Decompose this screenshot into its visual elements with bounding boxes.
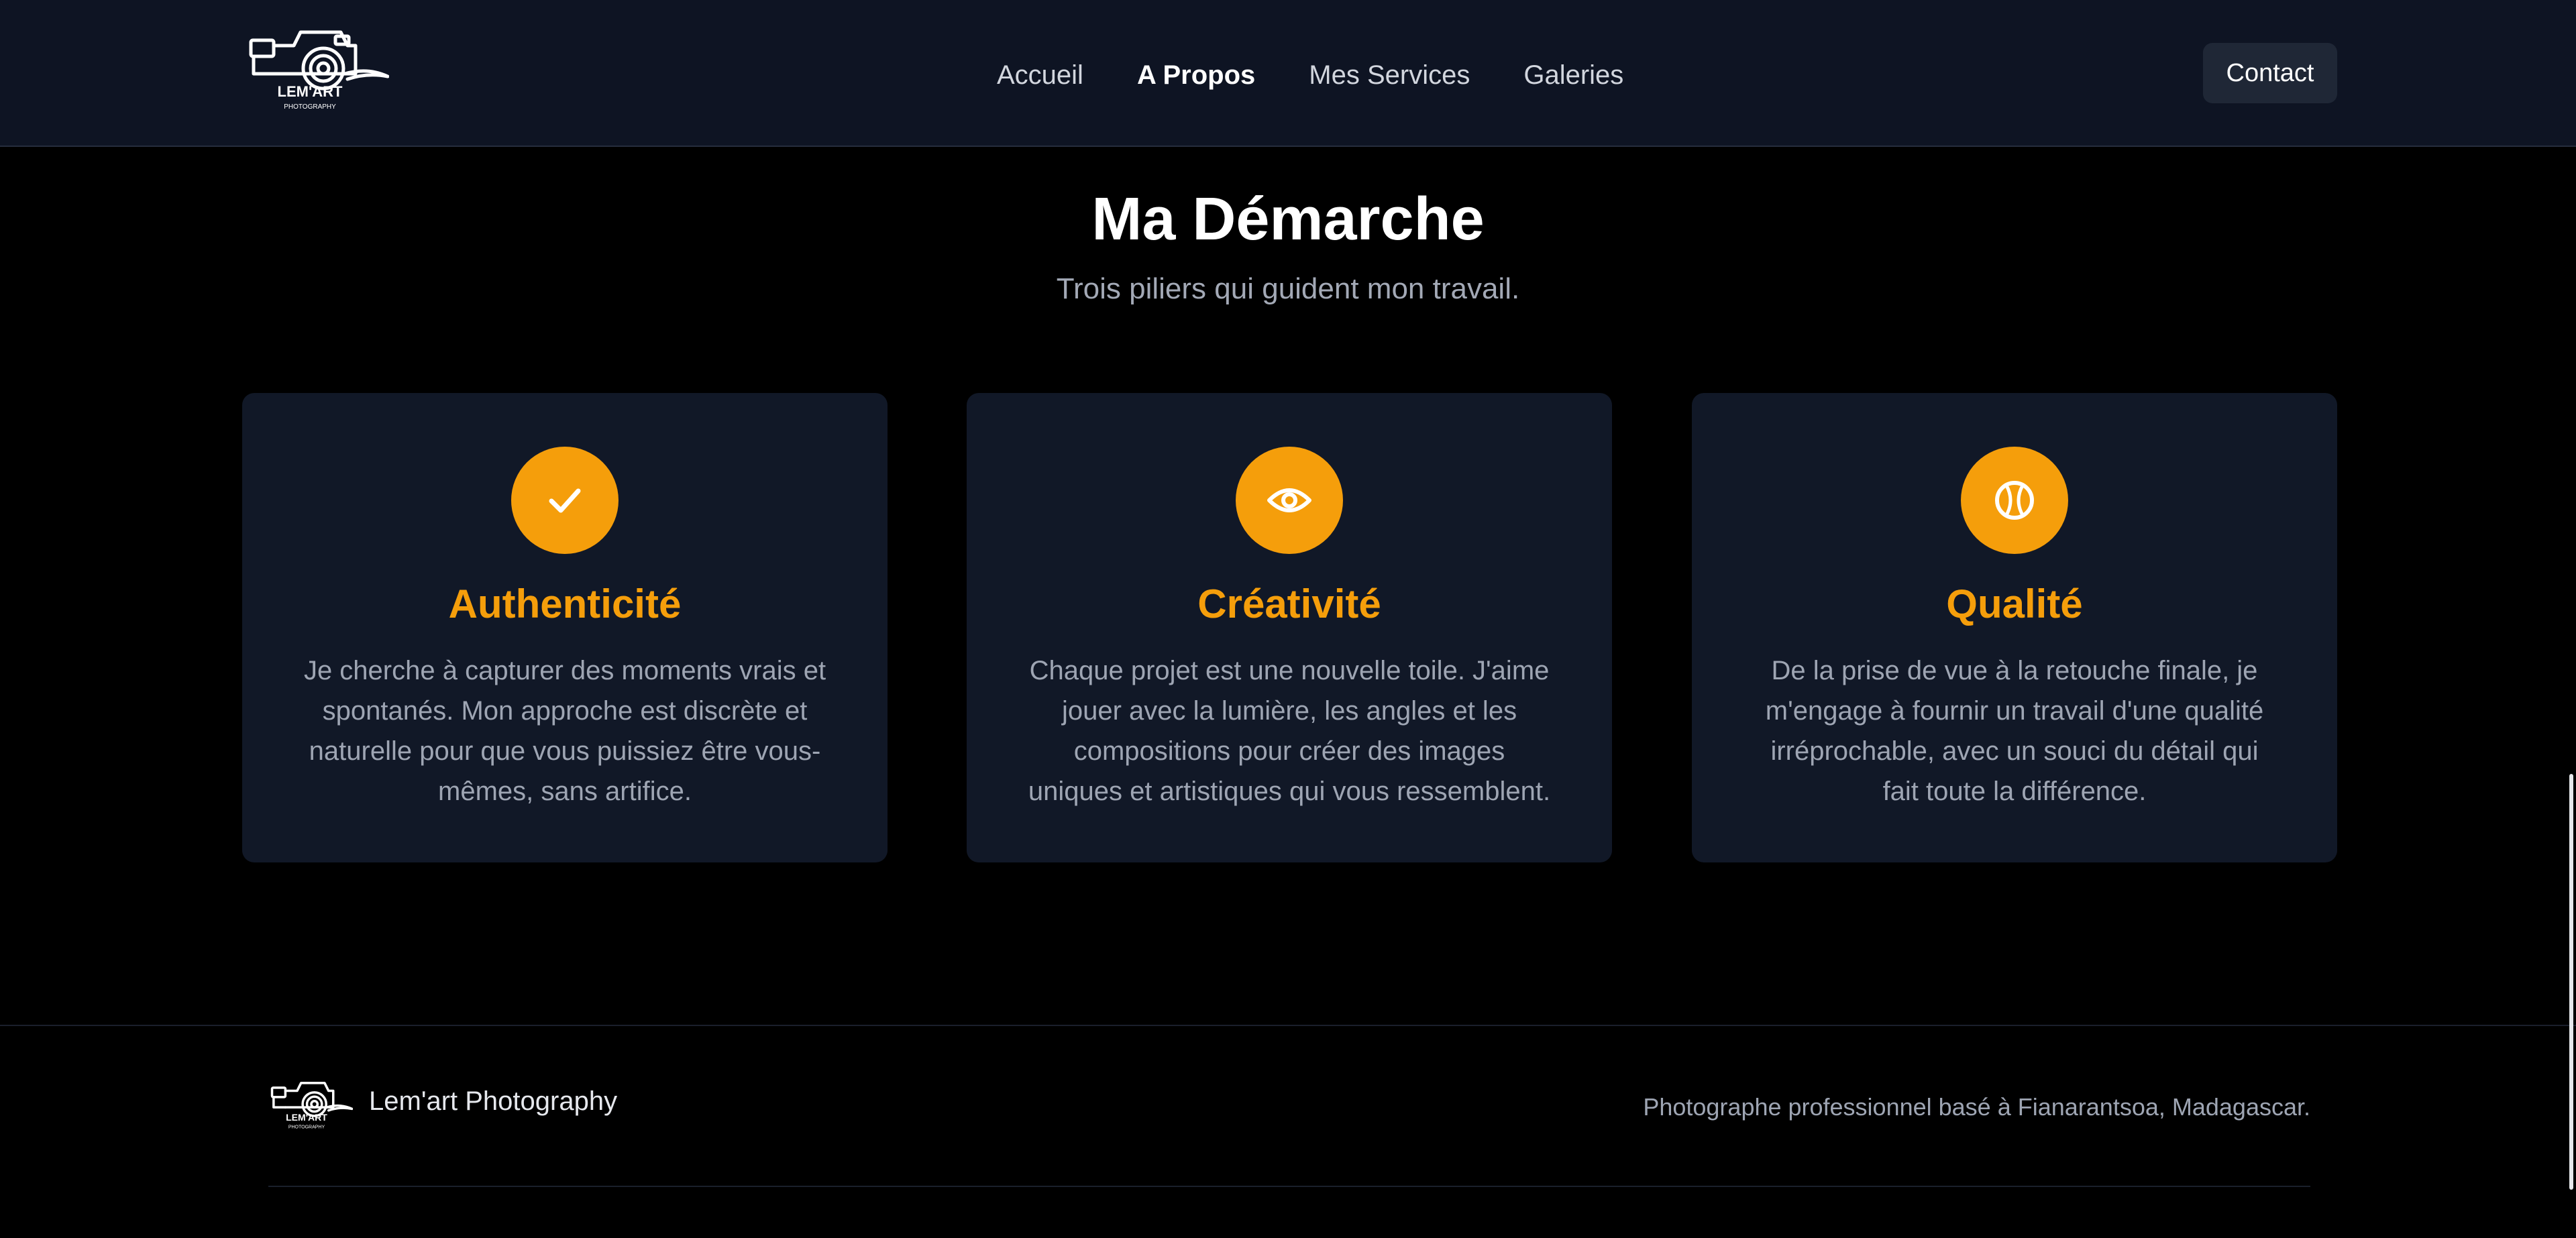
- site-logo[interactable]: LEM'ART PHOTOGRAPHY: [247, 25, 390, 113]
- footer-divider: [0, 1025, 2576, 1026]
- card-text: Chaque projet est une nouvelle toile. J'…: [1028, 656, 1551, 806]
- card-text: Je cherche à capturer des moments vrais …: [303, 656, 826, 806]
- ball-icon: [1995, 481, 2034, 520]
- footer-logo[interactable]: LEM'ART PHOTOGRAPHY: [270, 1078, 354, 1131]
- card-title: Authenticité: [448, 581, 682, 626]
- section-title: Ma Démarche: [1091, 186, 1485, 253]
- section-subtitle: Trois piliers qui guident mon travail.: [1056, 272, 1520, 305]
- card-title: Qualité: [1946, 581, 2083, 626]
- card-icon-circle: [1236, 447, 1343, 554]
- footer-bottom-divider: [268, 1186, 2310, 1187]
- card-icon-circle: [1961, 447, 2068, 554]
- card-authenticite: Authenticité Je cherche à capturer des m…: [242, 393, 888, 862]
- footer-brand: Lem'art Photography: [369, 1086, 618, 1116]
- svg-text:LEM'ART: LEM'ART: [278, 83, 343, 100]
- nav-accueil[interactable]: Accueil: [997, 60, 1083, 91]
- eye-icon: [1267, 488, 1311, 512]
- check-icon: [549, 488, 581, 513]
- svg-text:LEM'ART: LEM'ART: [286, 1112, 327, 1123]
- nav-mes-services[interactable]: Mes Services: [1309, 60, 1470, 91]
- card-title: Créativité: [1197, 581, 1381, 626]
- svg-text:PHOTOGRAPHY: PHOTOGRAPHY: [284, 103, 336, 111]
- main-nav: Accueil A Propos Mes Services Galeries: [997, 56, 1623, 94]
- page: LEM'ART PHOTOGRAPHY Accueil A Propos Mes…: [0, 0, 2576, 1238]
- card-creativite: Créativité Chaque projet est une nouvell…: [967, 393, 1612, 862]
- footer-tagline: Photographe professionnel basé à Fianara…: [1643, 1093, 2310, 1121]
- svg-text:PHOTOGRAPHY: PHOTOGRAPHY: [288, 1125, 325, 1130]
- nav-a-propos[interactable]: A Propos: [1137, 60, 1255, 91]
- card-icon-circle: [511, 447, 619, 554]
- site-header: LEM'ART PHOTOGRAPHY Accueil A Propos Mes…: [0, 0, 2576, 147]
- nav-galeries[interactable]: Galeries: [1523, 60, 1623, 91]
- contact-button[interactable]: Contact: [2203, 43, 2337, 103]
- card-text: De la prise de vue à la retouche finale,…: [1765, 656, 2264, 806]
- camera-logo-icon: LEM'ART PHOTOGRAPHY: [249, 30, 390, 111]
- scrollbar-thumb[interactable]: [2569, 774, 2573, 1190]
- camera-logo-icon: LEM'ART PHOTOGRAPHY: [270, 1082, 354, 1130]
- card-qualite: Qualité De la prise de vue à la retouche…: [1692, 393, 2337, 862]
